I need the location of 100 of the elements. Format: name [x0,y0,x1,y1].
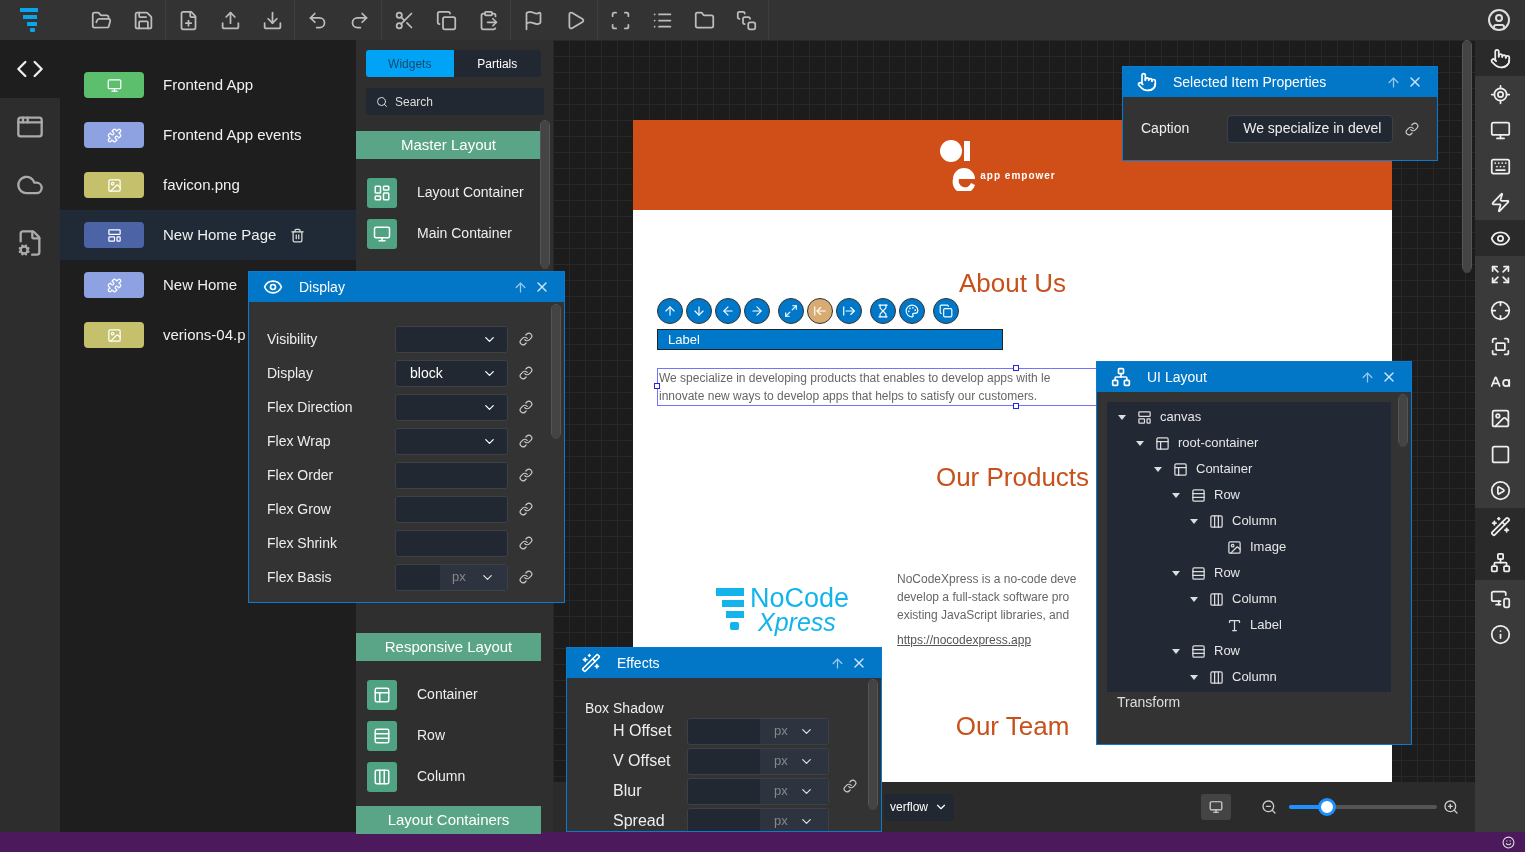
widget-item[interactable]: Container [356,674,541,715]
select-field[interactable] [395,325,508,353]
file-item[interactable]: favicon.png [60,160,240,210]
element-tool-button[interactable] [807,298,833,324]
file-item[interactable]: New Home Page [60,210,356,260]
product-logo-mark [716,587,746,632]
pin-button[interactable] [830,655,845,671]
input-field[interactable]: px [687,747,829,775]
widget-item[interactable]: Main Container [356,213,541,254]
zoom-thumb[interactable] [1318,798,1337,816]
file-item[interactable]: verions-04.p [60,310,246,360]
tree-item[interactable]: Container [1107,456,1391,482]
delete-button[interactable] [290,227,306,243]
file-item[interactable]: New Home [60,260,238,310]
widget-item[interactable]: Layout Container [356,172,541,213]
input-field[interactable]: px [687,717,829,745]
tool-button[interactable] [1475,40,1525,76]
element-tool-button[interactable] [933,298,959,324]
caret-down-icon[interactable] [1190,674,1198,680]
search-field[interactable]: Search [366,88,544,115]
pin-button[interactable] [513,279,528,295]
caret-down-icon[interactable] [1154,466,1162,472]
caret-down-icon[interactable] [1136,440,1144,446]
overflow-select[interactable]: verflow [884,793,954,821]
tree-item[interactable]: Label [1107,612,1391,638]
element-tool-button[interactable] [686,298,712,324]
rows-icon [1191,487,1206,503]
element-tool-button[interactable] [899,298,925,324]
scrollbar[interactable] [551,304,561,438]
tree-item[interactable]: Row [1107,560,1391,586]
element-tool-button[interactable] [744,298,770,324]
caret-down-icon[interactable] [1172,648,1180,654]
bind-button[interactable] [519,332,533,346]
selection-handle[interactable] [1013,365,1019,371]
bind-button[interactable] [519,536,533,550]
selection-handle[interactable] [1013,403,1019,409]
tool-button[interactable] [1475,220,1525,256]
device-button[interactable] [1201,794,1231,820]
bind-button[interactable] [519,570,533,584]
select-field[interactable]: block [395,359,508,387]
caret-down-icon[interactable] [1118,414,1126,420]
pin-button[interactable] [1360,369,1375,385]
scrollbar[interactable] [540,120,550,268]
user-button[interactable] [1487,8,1511,32]
group-label: Box Shadow [585,700,665,716]
element-tool-button[interactable] [870,298,896,324]
tree-item[interactable]: Column [1107,508,1391,534]
website-link[interactable]: https://nocodexpress.app [897,631,1077,649]
scrollbar[interactable] [1462,40,1472,272]
element-tool-button[interactable] [715,298,741,324]
input-field[interactable] [395,529,508,557]
bind-button[interactable] [519,434,533,448]
scrollbar[interactable] [868,679,878,809]
scrollbar[interactable] [1398,394,1408,446]
palette-tab[interactable]: Partials [453,50,541,77]
caption-field[interactable]: We specialize in devel [1227,114,1393,143]
select-field[interactable] [395,427,508,455]
tree-item[interactable]: Image [1107,534,1391,560]
bind-button[interactable] [843,779,857,793]
zoom-slider[interactable] [1289,797,1437,817]
input-field[interactable]: px [687,807,829,831]
tree-item[interactable]: Row [1107,482,1391,508]
element-tool-button[interactable] [836,298,862,324]
bind-button[interactable] [519,400,533,414]
input-field[interactable] [395,461,508,489]
tree-item[interactable]: Column [1107,586,1391,612]
rail-tab[interactable] [0,40,60,98]
tool-button[interactable] [1475,544,1525,580]
zoom-out-icon [1261,799,1277,815]
tree-item[interactable]: canvas [1107,404,1391,430]
tool-button[interactable] [1475,508,1525,544]
caret-down-icon[interactable] [1190,518,1198,524]
label-element[interactable]: Label [657,329,1003,350]
tree-item[interactable]: Row [1107,638,1391,664]
tree-item[interactable]: Column [1107,664,1391,690]
element-tool-button[interactable] [778,298,804,324]
selection-handle[interactable] [654,383,660,389]
file-item[interactable]: Frontend App events [60,110,302,160]
zoom-in-button[interactable] [1443,799,1459,815]
input-field[interactable]: px [395,563,508,591]
widget-item[interactable]: Row [356,715,541,756]
input-field[interactable]: px [687,777,829,805]
caret-down-icon[interactable] [1172,492,1180,498]
element-tool-button[interactable] [657,298,683,324]
caret-down-icon[interactable] [1172,570,1180,576]
bind-button[interactable] [519,366,533,380]
palette-tab[interactable]: Widgets [366,50,454,77]
select-field[interactable] [395,393,508,421]
caret-down-icon[interactable] [1190,596,1198,602]
file-item[interactable]: Frontend App [60,60,254,110]
hourglass-icon [876,304,890,318]
input-field[interactable] [395,495,508,523]
eye-icon [263,277,283,297]
pin-button[interactable] [1386,74,1401,90]
zoom-out-button[interactable] [1261,799,1277,815]
bind-button[interactable] [519,502,533,516]
bind-button[interactable] [519,468,533,482]
widget-item[interactable]: Column [356,756,541,797]
tree-item[interactable]: root-container [1107,430,1391,456]
bind-button[interactable] [1405,121,1419,136]
